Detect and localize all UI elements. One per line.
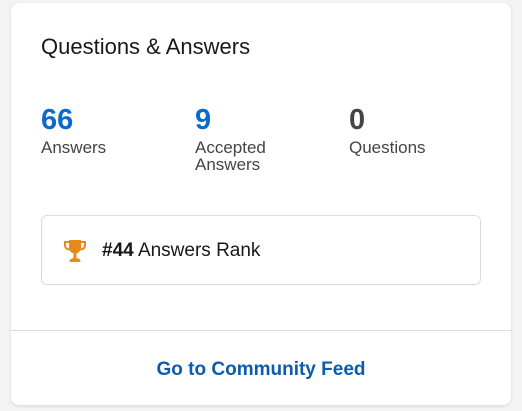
stat-answers-value: 66 [41,104,74,136]
answers-rank-box: #44 Answers Rank [41,215,481,285]
stat-answers-label: Answers [41,138,107,157]
stat-questions: 0 Questions [349,103,479,156]
rank-label: Answers Rank [137,240,261,261]
stat-answers[interactable]: 66 Answers [41,103,171,156]
questions-answers-card: Questions & Answers 66 Answers 9 Accepte… [11,3,511,405]
rank-number: #44 [102,240,134,261]
stat-accepted-answers[interactable]: 9 Accepted Answers [195,103,325,173]
stat-accepted-answers-value: 9 [195,104,212,136]
go-to-community-feed-link[interactable]: Go to Community Feed [11,358,511,382]
stat-questions-value: 0 [349,104,366,136]
stat-accepted-answers-label: Accepted Answers [195,138,266,174]
trophy-icon [64,240,86,262]
footer-divider [11,330,511,331]
card-title: Questions & Answers [41,34,251,59]
stat-questions-label: Questions [349,138,426,157]
answers-rank-text: #44 Answers Rank [102,240,260,262]
